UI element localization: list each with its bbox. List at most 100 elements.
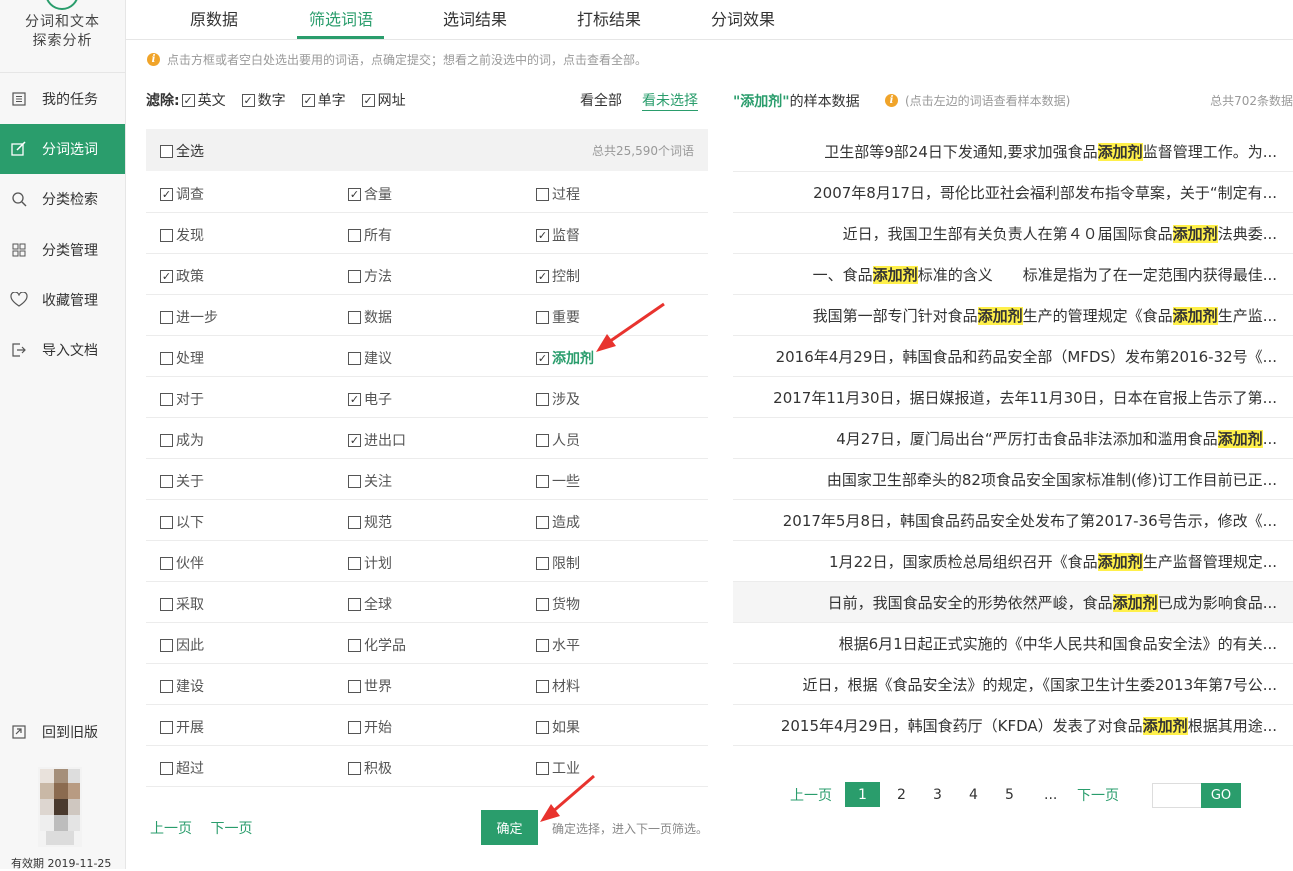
import-icon	[10, 341, 28, 359]
sample-row[interactable]: 我国第一部专门针对食品添加剂生产的管理规定《食品添加剂生产监...	[733, 295, 1293, 336]
tab-label-results[interactable]: 打标结果	[577, 6, 641, 30]
back-old-version-link[interactable]: 回到旧版	[0, 707, 125, 757]
next-page-link[interactable]: 下一页	[210, 821, 252, 837]
sample-row[interactable]: 1月22日，国家质检总局组织召开《食品添加剂生产监督管理规定...	[733, 541, 1293, 582]
word-checkbox[interactable]: 建设	[160, 676, 204, 696]
sample-row[interactable]: 2007年8月17日，哥伦比亚社会福利部发布指令草案，关于“制定有...	[733, 172, 1293, 213]
sample-row[interactable]: 2017年11月30日，据日媒报道，去年11月30日，日本在官报上告示了第...	[733, 377, 1293, 418]
word-checkbox[interactable]: 建议	[348, 348, 392, 368]
sample-text: 2017年5月8日，韩国食品药品安全处发布了第2017-36号告示，修改《...	[783, 510, 1277, 531]
sample-prev-page[interactable]: 上一页	[790, 782, 832, 807]
word-checkbox[interactable]: 成为	[160, 430, 204, 450]
confirm-button[interactable]: 确定	[481, 810, 538, 845]
sample-row[interactable]: 近日，根据《食品安全法》的规定，《国家卫生计生委2013年第7号公...	[733, 664, 1293, 705]
word-checkbox[interactable]: 开始	[348, 717, 392, 737]
sample-row[interactable]: 4月27日，厦门局出台“严厉打击食品非法添加和滥用食品添加剂...	[733, 418, 1293, 459]
word-checkbox[interactable]: 限制	[536, 553, 580, 573]
word-checkbox[interactable]: 进一步	[160, 307, 218, 327]
sidebar-item-5[interactable]: 导入文档	[0, 325, 125, 375]
word-checkbox[interactable]: 世界	[348, 676, 392, 696]
checkbox-icon: ✓	[348, 392, 361, 406]
filter-option-1[interactable]: ✓ 数字	[241, 90, 286, 110]
word-checkbox[interactable]: 超过	[160, 758, 204, 778]
go-button[interactable]: GO	[1201, 783, 1241, 808]
tab-segmentation-effect[interactable]: 分词效果	[711, 6, 775, 30]
sidebar: 分词和文本 探索分析 我的任务 分词选词 分类检索 分类管理 收藏管理 导入文档 回到旧版	[0, 0, 126, 870]
word-checkbox[interactable]: 开展	[160, 717, 204, 737]
sidebar-item-3[interactable]: 分类管理	[0, 225, 125, 275]
word-checkbox[interactable]: 全球	[348, 594, 392, 614]
word-checkbox[interactable]: 所有	[348, 225, 392, 245]
sample-row[interactable]: 一、食品添加剂标准的含义 标准是指为了在一定范围内获得最佳...	[733, 254, 1293, 295]
word-checkbox[interactable]: 因此	[160, 635, 204, 655]
sample-row[interactable]: 卫生部等9部24日下发通知,要求加强食品添加剂监督管理工作。为...	[733, 131, 1293, 172]
sample-row[interactable]: 2016年4月29日，韩国食品和药品安全部（MFDS）发布第2016-32号《.…	[733, 336, 1293, 377]
word-checkbox[interactable]: 以下	[160, 512, 204, 532]
word-checkbox[interactable]: ✓ 调查	[160, 184, 204, 204]
filter-option-0[interactable]: ✓ 英文	[181, 90, 226, 110]
word-checkbox[interactable]: 采取	[160, 594, 204, 614]
tab-word-results[interactable]: 选词结果	[443, 6, 507, 30]
word-checkbox[interactable]: ✓ 添加剂	[536, 348, 594, 368]
word-checkbox[interactable]: 一些	[536, 471, 580, 491]
word-checkbox[interactable]: 造成	[536, 512, 580, 532]
word-checkbox[interactable]: 发现	[160, 225, 204, 245]
word-checkbox[interactable]: 货物	[536, 594, 580, 614]
word-checkbox[interactable]: ✓ 控制	[536, 266, 580, 286]
filter-option-2[interactable]: ✓ 单字	[301, 90, 346, 110]
sample-text: 近日，我国卫生部有关负责人在第４０届国际食品添加剂法典委...	[843, 223, 1277, 244]
word-checkbox[interactable]: 积极	[348, 758, 392, 778]
page-1[interactable]: 1	[845, 782, 880, 807]
word-checkbox[interactable]: 处理	[160, 348, 204, 368]
sidebar-item-2[interactable]: 分类检索	[0, 174, 125, 224]
sample-row[interactable]: 根据6月1日起正式实施的《中华人民共和国食品安全法》的有关...	[733, 623, 1293, 664]
word-checkbox[interactable]: 材料	[536, 676, 580, 696]
word-checkbox[interactable]: 对于	[160, 389, 204, 409]
word-checkbox[interactable]: 人员	[536, 430, 580, 450]
word-checkbox[interactable]: 工业	[536, 758, 580, 778]
word-checkbox[interactable]: 水平	[536, 635, 580, 655]
sample-row[interactable]: 2017年5月8日，韩国食品药品安全处发布了第2017-36号告示，修改《...	[733, 500, 1293, 541]
sample-row[interactable]: 日前，我国食品安全的形势依然严峻，食品添加剂已成为影响食品...	[733, 582, 1293, 623]
sidebar-item-0[interactable]: 我的任务	[0, 74, 125, 124]
word-checkbox[interactable]: 方法	[348, 266, 392, 286]
select-all-checkbox[interactable]: 全选	[160, 141, 204, 161]
word-checkbox[interactable]: 涉及	[536, 389, 580, 409]
sidebar-item-4[interactable]: 收藏管理	[0, 275, 125, 325]
sample-row[interactable]: 由国家卫生部牵头的82项食品安全国家标准制(修)订工作目前已正...	[733, 459, 1293, 500]
word-checkbox[interactable]: 化学品	[348, 635, 406, 655]
filter-option-3[interactable]: ✓ 网址	[361, 90, 406, 110]
page-5[interactable]: 5	[1005, 782, 1014, 807]
word-checkbox[interactable]: ✓ 政策	[160, 266, 204, 286]
word-checkbox[interactable]: 规范	[348, 512, 392, 532]
tab-raw-data[interactable]: 原数据	[190, 6, 238, 30]
word-checkbox[interactable]: 关于	[160, 471, 204, 491]
checkbox-icon: ✓	[241, 93, 255, 107]
tab-filter-words[interactable]: 筛选词语	[309, 6, 373, 30]
page-3[interactable]: 3	[933, 782, 942, 807]
sample-next-page[interactable]: 下一页	[1077, 782, 1119, 807]
sample-row[interactable]: 2015年4月29日，韩国食药厅（KFDA）发表了对食品添加剂根据其用途...	[733, 705, 1293, 746]
avatar[interactable]	[26, 767, 94, 847]
page-jump-input[interactable]	[1152, 783, 1202, 808]
word-checkbox[interactable]: 关注	[348, 471, 392, 491]
page-4[interactable]: 4	[969, 782, 978, 807]
page-2[interactable]: 2	[897, 782, 906, 807]
word-checkbox[interactable]: ✓ 含量	[348, 184, 392, 204]
word-checkbox[interactable]: ✓ 进出口	[348, 430, 406, 450]
view-all-link[interactable]: 看全部	[580, 90, 622, 110]
sample-keyword: "添加剂"	[733, 94, 790, 110]
app-title: 分词和文本 探索分析	[25, 14, 100, 49]
word-checkbox[interactable]: 如果	[536, 717, 580, 737]
word-checkbox[interactable]: 数据	[348, 307, 392, 327]
word-checkbox[interactable]: 伙伴	[160, 553, 204, 573]
word-checkbox[interactable]: ✓ 监督	[536, 225, 580, 245]
sample-row[interactable]: 近日，我国卫生部有关负责人在第４０届国际食品添加剂法典委...	[733, 213, 1293, 254]
word-checkbox[interactable]: ✓ 电子	[348, 389, 392, 409]
prev-page-link[interactable]: 上一页	[150, 821, 192, 837]
word-checkbox[interactable]: 计划	[348, 553, 392, 573]
view-unselected-link[interactable]: 看未选择	[642, 90, 698, 111]
sidebar-item-1[interactable]: 分词选词	[0, 124, 125, 174]
word-checkbox[interactable]: 过程	[536, 184, 580, 204]
word-checkbox[interactable]: 重要	[536, 307, 580, 327]
